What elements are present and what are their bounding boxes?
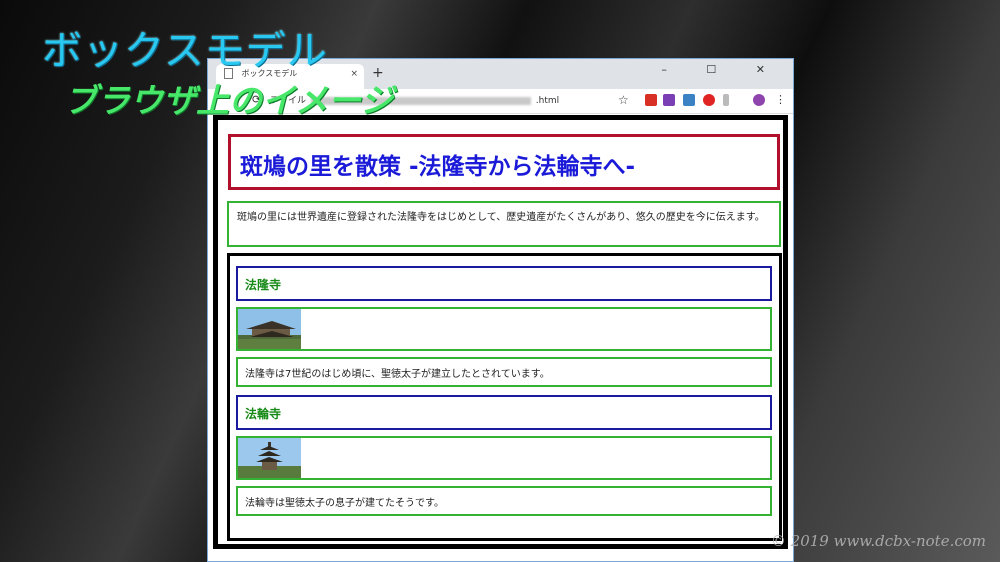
extension-icon[interactable] (683, 94, 695, 106)
url-suffix: .html (535, 96, 560, 106)
section-text-horinji: 法輪寺は聖徳太子の息子が建てたそうです。 (236, 486, 772, 516)
gmail-extension-icon[interactable] (645, 94, 657, 106)
browser-window: ボックスモデル × + – ☐ ✕ ⟳ ファイル .html ☆ ⋮ 斑鳩の里を… (207, 58, 794, 562)
article-box: 法隆寺 法隆寺は7世紀のはじめ頃に、聖徳太子が建立したとされています。 法輪寺 … (227, 253, 782, 541)
menu-icon[interactable]: ⋮ (775, 93, 786, 106)
profile-avatar[interactable] (753, 94, 765, 106)
section-heading-horinji: 法輪寺 (236, 395, 772, 430)
intro-paragraph: 斑鳩の里には世界遺産に登録された法隆寺をはじめとして、歴史遺産がたくさんがあり、… (227, 201, 781, 247)
section-text-horyuji: 法隆寺は7世紀のはじめ頃に、聖徳太子が建立したとされています。 (236, 357, 772, 387)
trend-extension-icon[interactable] (703, 94, 715, 106)
overlay-title: ボックスモデル (42, 28, 328, 74)
overlay-subtitle: ブラウザ上のイメージ (64, 81, 394, 120)
copyright-watermark: © 2019 www.dcbx-note.com (770, 532, 986, 550)
bookmark-star-icon[interactable]: ☆ (618, 93, 629, 107)
body-box: 斑鳩の里を散策 -法隆寺から法輪寺へ- 斑鳩の里には世界遺産に登録された法隆寺を… (213, 115, 788, 549)
pin-extension-icon[interactable] (723, 94, 729, 106)
page-heading: 斑鳩の里を散策 -法隆寺から法輪寺へ- (228, 134, 780, 190)
section-heading-horyuji: 法隆寺 (236, 266, 772, 301)
horinji-photo (238, 438, 301, 478)
image-box-horyuji (236, 307, 772, 351)
page-viewport: 斑鳩の里を散策 -法隆寺から法輪寺へ- 斑鳩の里には世界遺産に登録された法隆寺を… (213, 115, 788, 556)
image-box-horinji (236, 436, 772, 480)
horyuji-photo (238, 309, 301, 349)
window-controls[interactable]: – ☐ ✕ (661, 63, 783, 76)
onenote-extension-icon[interactable] (663, 94, 675, 106)
